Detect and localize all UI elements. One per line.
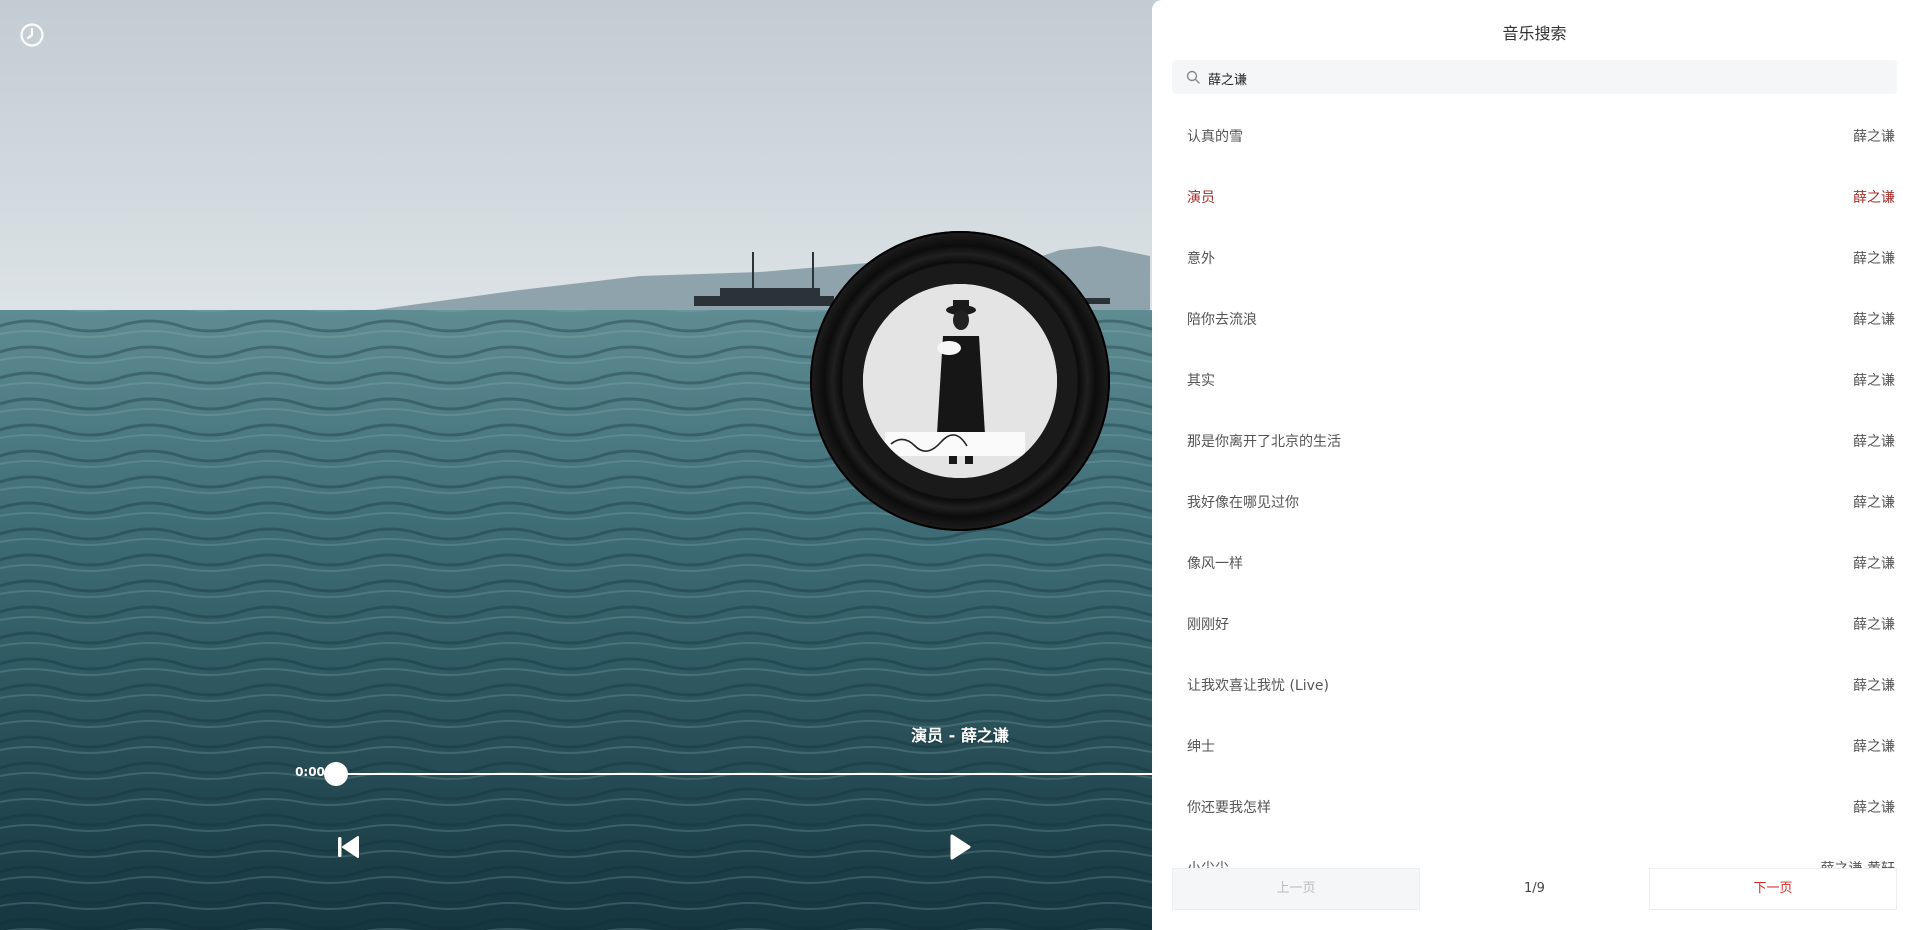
song-result-row[interactable]: 像风一样 薛之谦 xyxy=(1152,531,1917,592)
song-result-row[interactable]: 其实 薛之谦 xyxy=(1152,348,1917,409)
song-artist: 薛之谦 xyxy=(1853,739,1895,755)
song-result-row[interactable]: 演员 薛之谦 xyxy=(1152,165,1917,226)
prev-page-button[interactable]: 上一页 xyxy=(1172,868,1420,910)
song-artist: 薛之谦 xyxy=(1853,495,1895,511)
song-result-row[interactable]: 让我欢喜让我忧 (Live) 薛之谦 xyxy=(1152,653,1917,714)
song-artist: 薛之谦 xyxy=(1853,129,1895,145)
song-title: 演员 xyxy=(1187,190,1215,206)
history-clock-icon[interactable] xyxy=(19,22,45,48)
song-result-row[interactable]: 你还要我怎样 薛之谦 xyxy=(1152,775,1917,836)
song-result-row[interactable]: 小尖尖 薛之谦 黄轩 xyxy=(1152,836,1917,868)
song-artist: 薛之谦 xyxy=(1853,678,1895,694)
song-result-row[interactable]: 认真的雪 薛之谦 xyxy=(1152,104,1917,165)
song-result-row[interactable]: 那是你离开了北京的生活 薛之谦 xyxy=(1152,409,1917,470)
now-playing-title: 演员 - 薛之谦 xyxy=(911,726,1009,745)
music-search-panel: 音乐搜索 认真的雪薛之谦演员薛之谦意外薛之谦陪你去流浪薛之谦其实薛之谦那是你离开… xyxy=(1152,0,1917,930)
vinyl-disc xyxy=(810,231,1110,531)
search-icon xyxy=(1186,70,1200,84)
song-artist: 薛之谦 xyxy=(1853,251,1895,267)
panel-title: 音乐搜索 xyxy=(1502,24,1567,43)
song-artist: 薛之谦 xyxy=(1853,617,1895,633)
song-result-row[interactable]: 绅士 薛之谦 xyxy=(1152,714,1917,775)
search-box[interactable] xyxy=(1172,60,1897,96)
song-result-row[interactable]: 意外 薛之谦 xyxy=(1152,226,1917,287)
progress-handle[interactable] xyxy=(324,762,348,786)
song-artist: 薛之谦 xyxy=(1853,434,1895,450)
song-artist: 薛之谦 xyxy=(1853,800,1895,816)
song-title: 那是你离开了北京的生活 xyxy=(1187,434,1341,450)
pagination: 上一页 1/9 下一页 xyxy=(1172,868,1897,910)
song-result-row[interactable]: 陪你去流浪 薛之谦 xyxy=(1152,287,1917,348)
song-artist: 薛之谦 xyxy=(1853,556,1895,572)
song-result-row[interactable]: 我好像在哪见过你 薛之谦 xyxy=(1152,470,1917,531)
album-cover-image xyxy=(863,284,1057,478)
progress-bar[interactable] xyxy=(336,773,1152,775)
song-title: 小尖尖 xyxy=(1187,858,1229,868)
song-title: 像风一样 xyxy=(1187,556,1243,572)
song-artist: 薛之谦 黄轩 xyxy=(1821,858,1895,868)
skip-previous-icon[interactable] xyxy=(333,832,363,862)
search-result-list[interactable]: 认真的雪 薛之谦 演员 薛之谦 意外 薛之谦 陪你去流浪 薛之谦 其实 薛之谦 那是你离开了北京的生… xyxy=(1152,104,1917,868)
song-artist: 薛之谦 xyxy=(1853,312,1895,328)
play-icon[interactable] xyxy=(944,832,974,862)
song-title: 我好像在哪见过你 xyxy=(1187,495,1299,511)
song-artist: 薛之谦 xyxy=(1853,373,1895,389)
song-title: 认真的雪 xyxy=(1187,129,1243,145)
song-title: 其实 xyxy=(1187,373,1215,389)
song-title: 陪你去流浪 xyxy=(1187,312,1257,328)
song-title: 刚刚好 xyxy=(1187,617,1229,633)
song-artist: 薛之谦 xyxy=(1853,190,1895,206)
next-page-button[interactable]: 下一页 xyxy=(1649,868,1897,910)
page-indicator: 1/9 xyxy=(1524,881,1545,896)
song-result-row[interactable]: 刚刚好 薛之谦 xyxy=(1152,592,1917,653)
song-title: 让我欢喜让我忧 (Live) xyxy=(1187,678,1329,694)
search-input[interactable] xyxy=(1206,60,1890,96)
song-title: 你还要我怎样 xyxy=(1187,800,1271,816)
song-title: 绅士 xyxy=(1187,739,1215,755)
song-title: 意外 xyxy=(1187,251,1215,267)
